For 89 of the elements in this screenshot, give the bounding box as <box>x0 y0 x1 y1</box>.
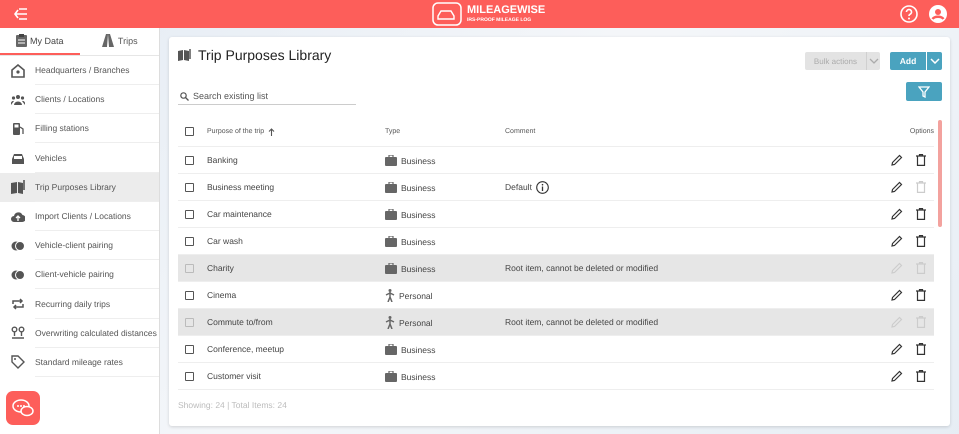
delete-trash-icon[interactable] <box>916 235 926 247</box>
purpose-cell: Charity <box>207 263 234 273</box>
checkbox[interactable] <box>185 344 194 354</box>
purpose-cell: Banking <box>207 155 238 165</box>
edit-pencil-icon[interactable] <box>891 343 903 355</box>
search-icon <box>180 92 189 100</box>
delete-trash-icon[interactable] <box>916 370 926 382</box>
overlapping-circles-icon <box>11 268 25 282</box>
sort-ascending-icon[interactable] <box>268 128 276 136</box>
type-cell: Business <box>401 345 436 355</box>
walking-person-icon <box>385 288 395 302</box>
info-icon[interactable] <box>536 180 549 194</box>
sidebar-item-label: Client-vehicle pairing <box>35 260 159 290</box>
sidebar-item[interactable]: Trip Purposes Library <box>0 172 159 202</box>
purpose-cell: Car wash <box>207 236 243 246</box>
purpose-cell: Commute to/from <box>207 317 273 327</box>
briefcase-icon <box>385 344 397 354</box>
type-cell: Business <box>401 210 436 220</box>
caret-icon <box>930 58 940 64</box>
clipboard-icon <box>16 34 27 47</box>
map-pins-icon <box>11 326 25 340</box>
edit-pencil-icon[interactable] <box>891 289 903 301</box>
fuel-pump-icon <box>11 122 25 136</box>
type-cell: Business <box>401 264 436 274</box>
briefcase-icon <box>385 262 397 274</box>
comment-cell: Root item, cannot be deleted or modified <box>505 263 658 273</box>
checkbox[interactable] <box>185 290 194 300</box>
chat-bubbles-icon <box>12 398 34 418</box>
car-icon <box>11 151 25 166</box>
people-icon <box>11 92 25 107</box>
briefcase-icon <box>385 208 397 220</box>
type-cell: Business <box>401 372 436 382</box>
type-cell: Business <box>401 237 436 247</box>
filter-button[interactable] <box>906 82 942 101</box>
type-cell: Personal <box>399 318 433 328</box>
comment-cell: Default <box>505 182 532 192</box>
purpose-cell: Customer visit <box>207 371 261 381</box>
scrollbar[interactable] <box>938 120 942 227</box>
type-cell: Business <box>401 156 436 166</box>
purpose-cell: Conference, meetup <box>207 344 284 354</box>
filter-icon <box>918 86 930 98</box>
type-cell: Personal <box>399 291 433 301</box>
overlapping-circles-icon <box>11 238 25 253</box>
checkbox[interactable] <box>185 372 194 380</box>
tag-icon <box>11 355 25 370</box>
purpose-cell: Business meeting <box>207 182 274 192</box>
add-dropdown-button[interactable] <box>926 52 942 70</box>
caret-icon <box>868 58 878 64</box>
page-title: Trip Purposes Library <box>198 47 332 63</box>
purpose-cell: Cinema <box>207 290 236 300</box>
type-cell: Business <box>401 183 436 193</box>
checkbox[interactable] <box>185 156 194 164</box>
briefcase-icon <box>385 370 397 382</box>
edit-pencil-icon[interactable] <box>891 154 903 166</box>
edit-pencil-icon[interactable] <box>891 208 903 220</box>
checkbox[interactable] <box>185 210 194 218</box>
book-icon <box>11 180 25 194</box>
checkbox[interactable] <box>185 318 194 326</box>
cloud-upload-icon <box>11 210 25 224</box>
checkbox[interactable] <box>185 236 194 246</box>
walking-person-icon <box>385 316 395 328</box>
delete-trash-icon[interactable] <box>916 208 926 220</box>
checkbox[interactable] <box>185 182 194 192</box>
house-icon <box>11 64 25 78</box>
road-icon <box>100 34 115 47</box>
repeat-icon <box>11 297 25 312</box>
delete-trash-icon[interactable] <box>916 343 926 355</box>
item-count: Showing: 24 | Total Items: 24 <box>178 400 288 410</box>
purpose-cell: Car maintenance <box>207 209 272 219</box>
brand-name: MILEAGEWISE <box>467 5 546 16</box>
book-icon <box>178 49 192 61</box>
menu-collapse-icon[interactable] <box>14 8 28 20</box>
checkbox[interactable] <box>185 264 194 272</box>
edit-pencil-icon[interactable] <box>891 235 903 247</box>
edit-pencil-icon[interactable] <box>891 370 903 382</box>
delete-trash-icon[interactable] <box>916 289 926 301</box>
delete-trash-icon[interactable] <box>916 154 926 166</box>
account-icon[interactable] <box>929 5 947 23</box>
briefcase-icon <box>385 182 397 192</box>
sidebar-item-label: Filling stations <box>35 114 159 144</box>
briefcase-icon <box>385 154 397 166</box>
chat-button[interactable] <box>6 391 40 425</box>
checkbox[interactable] <box>185 127 194 136</box>
briefcase-icon <box>385 236 397 246</box>
edit-pencil-icon[interactable] <box>891 181 903 193</box>
comment-cell: Root item, cannot be deleted or modified <box>505 317 658 327</box>
help-icon[interactable] <box>900 5 918 23</box>
sidebar-item-label: Standard mileage rates <box>35 348 159 377</box>
car-logo-icon <box>432 2 462 26</box>
